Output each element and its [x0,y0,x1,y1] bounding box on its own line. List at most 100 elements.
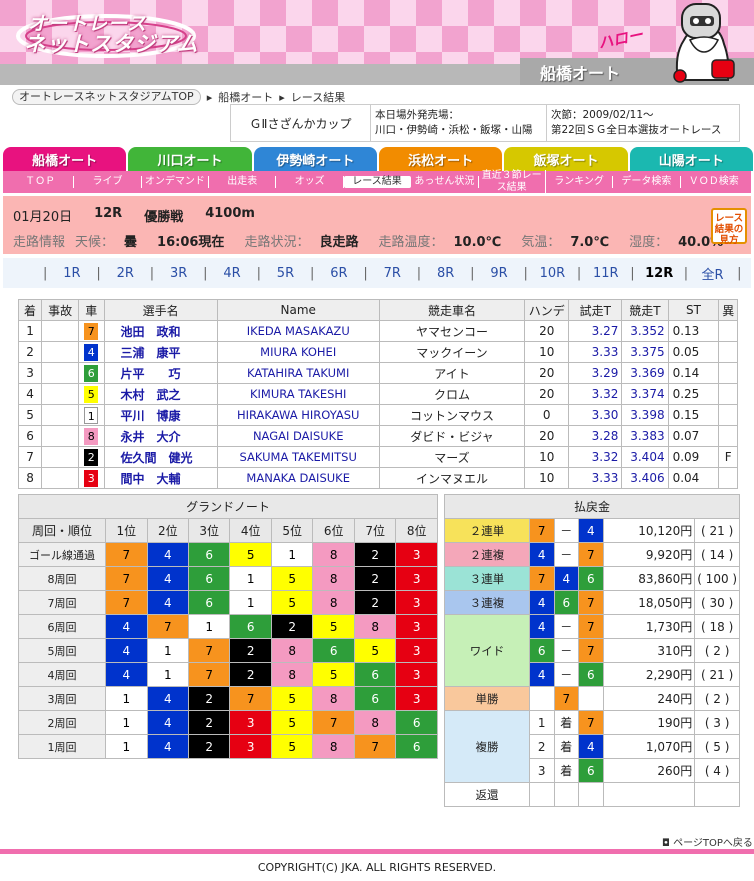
subnav-item-4[interactable]: オッズ [276,176,344,188]
race-nav-link[interactable]: 2R [101,266,150,281]
results-col-header: 着 [17,299,43,321]
race-nav-link[interactable]: 7R [368,266,417,281]
tab-venue-5[interactable]: 山陽オート [629,147,753,171]
subnav-item-10[interactable]: ＶＯＤ検索 [681,176,747,188]
subnav-item-9[interactable]: データ検索 [613,176,681,188]
payout-title: 払戻金 [444,494,740,519]
grand-note-car-cell: 2 [270,614,314,639]
race-nav-link[interactable]: 4R [208,266,257,281]
payout-combo-cell: － [553,614,580,639]
breadcrumb-arrow-icon: ▸ [206,90,213,104]
next-event: 次節：2009/02/11～ 第22回ＳＧ全日本選抜オートレース [547,105,739,141]
handicap: 20 [524,362,570,384]
tab-venue-2[interactable]: 伊勢崎オート [253,147,377,171]
result-guide-button[interactable]: レース結果の見方 [711,208,747,246]
tab-venue-0[interactable]: 船橋オート [3,147,127,171]
finish-position: 8 [17,467,43,489]
rider-name[interactable]: 永井 大介 [103,425,218,447]
tab-venue-1[interactable]: 川口オート [128,147,252,171]
trial-time: 3.27 [568,320,623,342]
grand-note-car-cell: 3 [229,710,272,735]
payout-popularity: ( 4 ) [694,758,740,783]
payout-popularity: ( 18 ) [694,614,740,639]
subnav-item-2[interactable]: オンデマンド [142,176,210,188]
breadcrumb-home[interactable]: オートレースネットスタジアムTOP [12,89,201,105]
payout-row: 複勝 1 着 7 190円( 3 ) [444,710,740,783]
car-number: 5 [78,383,105,405]
subnav-item-8[interactable]: ランキング [546,176,614,188]
results-col-header: 競走車名 [378,299,526,321]
grand-note-car-cell: 5 [312,614,355,639]
page-top-link[interactable]: ◘ ページTOPへ戻る [662,834,753,849]
subnav-item-6[interactable]: あっせん状況 [411,176,479,188]
payout-combo-cell: 4 [528,590,555,615]
results-col-header: ST [667,299,720,321]
subnav-item-3[interactable]: 出走表 [209,176,277,188]
payout-combo-cell: － [553,638,580,663]
payout-combo-cell: 4 [528,614,555,639]
subnav-item-5[interactable]: レース結果 [343,176,412,188]
race-nav-link[interactable]: 1R [47,266,96,281]
trial-time: 3.30 [568,404,623,426]
grand-note-car-cell: 7 [105,590,148,615]
tab-venue-3[interactable]: 浜松オート [378,147,503,171]
rider-name[interactable]: 三浦 康平 [103,341,218,363]
results-col-header: Name [216,299,380,321]
breadcrumb-venue[interactable]: 船橋オート [218,89,273,105]
air-temp-label: 気温： [521,235,561,250]
payout-combo-cell: － [553,518,580,543]
lap-label: 1周回 [17,734,107,759]
race-nav-link[interactable]: 8R [421,266,470,281]
payout-amount: 9,920円 [602,542,696,567]
race-nav-separator: | [737,265,742,281]
race-nav-link[interactable]: 9R [475,266,524,281]
payout-popularity: ( 14 ) [694,542,740,567]
race-time: 3.404 [621,446,669,468]
grand-note-car-cell: 5 [270,734,314,759]
car-number: 1 [78,404,105,426]
rider-name[interactable]: 佐久間 健光 [103,446,218,468]
payout-type: 返還 [444,782,530,807]
subnav-item-0[interactable]: ＴＯＰ [7,176,75,188]
payout-table: 払戻金 ２連単 7 － 4 10,120円( 21 ) ２連複 4 － 7 9,920円( 14 … [444,494,740,807]
rider-name[interactable]: 間中 大輔 [103,467,218,489]
grand-note-car-cell: 1 [270,542,314,567]
payout-amount: 1,730円 [602,614,696,639]
grand-note-car-cell: 6 [187,566,231,591]
race-nav-link[interactable]: 10R [528,266,577,281]
car-number-badge: 5 [84,385,99,403]
tab-venue-4[interactable]: 飯塚オート [504,147,628,171]
grand-note-car-cell: 1 [146,638,190,663]
handicap: 20 [524,425,570,447]
rider-name[interactable]: 木村 武之 [103,383,218,405]
subnav-item-7[interactable]: 直近３節レース結果 [479,170,546,194]
payout-row: 単勝 7 240円( 2 ) [444,686,740,711]
payout-combo-cell: － [553,662,580,687]
payout-popularity: ( 30 ) [694,590,740,615]
site-logo[interactable]: オートレース ネットスタジアム [24,14,199,55]
payout-combo-cell [528,686,555,711]
grand-note-title: グランドノート [18,494,438,519]
subnav-item-1[interactable]: ライブ [74,176,142,188]
payout-combo-cell: 7 [578,590,604,615]
grand-note-car-cell: 7 [312,710,355,735]
results-col-header: 選手名 [103,299,218,321]
race-nav-link[interactable]: 5R [261,266,310,281]
grand-note-car-cell: 1 [105,734,148,759]
rider-name[interactable]: 平川 博康 [103,404,218,426]
grand-note-car-cell: 5 [270,590,314,615]
race-nav-link[interactable]: 全R [688,264,737,283]
grand-note-col-header: 1位 [105,518,148,543]
payout-amount: 83,860円 [602,566,696,591]
payout-combo-cell: 6 [578,566,604,591]
race-nav-link[interactable]: 6R [314,266,363,281]
rider-name[interactable]: 池田 政和 [103,320,218,342]
payout-combo-cell: 4 [528,662,555,687]
air-temp-value: 7.0℃ [570,235,610,250]
rider-name[interactable]: 片平 巧 [103,362,218,384]
grand-note-col-header: 2位 [146,518,190,543]
machine-name: ヤマセンコー [378,320,526,342]
race-nav-link[interactable]: 11R [581,266,630,281]
race-nav-link[interactable]: 3R [154,266,203,281]
conditions-label: 走路情報 [13,235,66,250]
